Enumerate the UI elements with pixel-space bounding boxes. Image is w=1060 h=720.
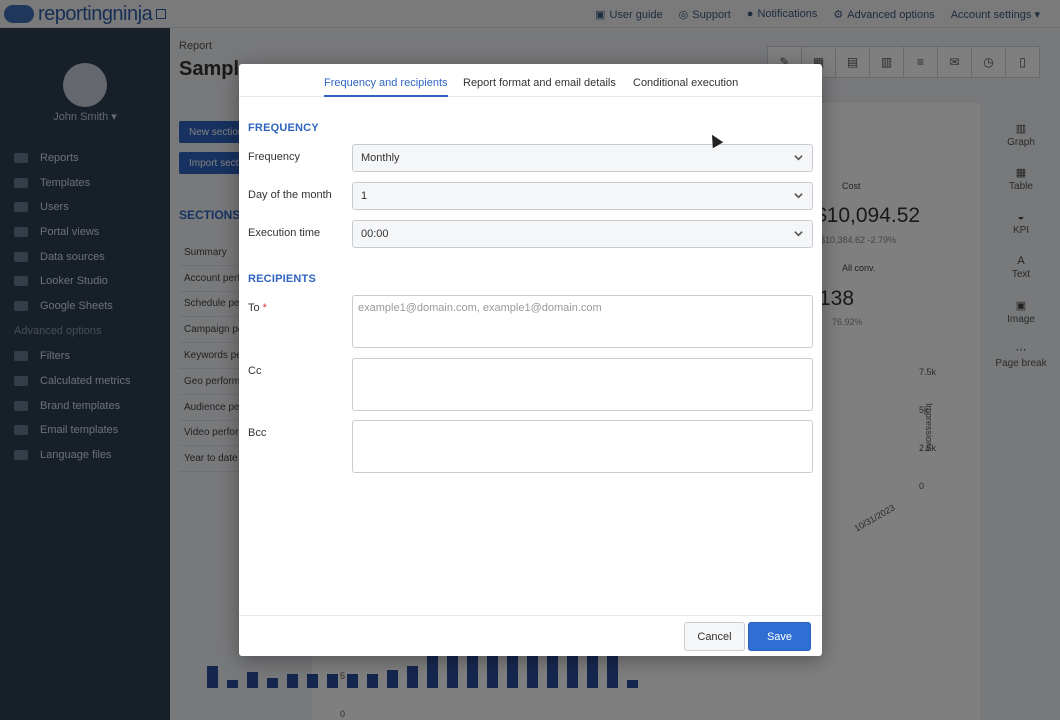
- cc-field[interactable]: [352, 358, 813, 411]
- required-marker: *: [262, 302, 267, 314]
- execution-time-select[interactable]: 00:00: [352, 220, 813, 248]
- day-of-month-select[interactable]: 1: [352, 182, 813, 210]
- chevron-down-icon: [794, 231, 803, 237]
- frequency-select[interactable]: Monthly: [352, 144, 813, 172]
- chevron-down-icon: [794, 193, 803, 199]
- save-button[interactable]: Save: [748, 622, 811, 651]
- recipients-header: RECIPIENTS: [248, 273, 317, 285]
- cc-label: Cc: [248, 365, 262, 377]
- tab-report-format-and-email-details[interactable]: Report format and email details: [463, 77, 616, 97]
- bcc-field[interactable]: [352, 420, 813, 473]
- tab-frequency-and-recipients[interactable]: Frequency and recipients: [324, 77, 448, 97]
- to-field[interactable]: example1@domain.com, example1@domain.com: [352, 295, 813, 348]
- dialog-tabs: Frequency and recipients Report format a…: [239, 64, 822, 97]
- bcc-label: Bcc: [248, 427, 267, 439]
- chevron-down-icon: [794, 155, 803, 161]
- frequency-label: Frequency: [248, 151, 300, 163]
- tab-conditional-execution[interactable]: Conditional execution: [633, 77, 738, 97]
- schedule-report-dialog: Frequency and recipients Report format a…: [239, 64, 822, 656]
- day-of-month-label: Day of the month: [248, 189, 332, 201]
- to-label: To *: [248, 302, 267, 314]
- cancel-button[interactable]: Cancel: [684, 622, 745, 651]
- execution-time-label: Execution time: [248, 227, 321, 239]
- frequency-header: FREQUENCY: [248, 122, 319, 134]
- dialog-footer: Cancel Save: [239, 615, 822, 656]
